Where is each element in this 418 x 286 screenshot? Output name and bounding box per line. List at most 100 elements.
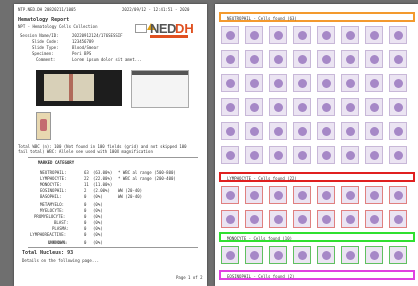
cell-count: 0 <box>84 208 87 213</box>
cell-image[interactable] <box>389 74 407 92</box>
cell-image[interactable] <box>365 74 383 92</box>
slide-thumbnail[interactable] <box>36 112 51 140</box>
cell-image[interactable] <box>221 186 239 204</box>
cell-image[interactable] <box>269 210 287 228</box>
report-subtitle: NPT - Hematology Cells Collection <box>18 24 98 29</box>
cell-image[interactable] <box>389 210 407 228</box>
slide-detail-image[interactable] <box>131 70 189 108</box>
cell-image[interactable] <box>221 122 239 140</box>
cell-image[interactable] <box>293 26 311 44</box>
cell-image[interactable] <box>389 50 407 68</box>
cell-image[interactable] <box>293 146 311 164</box>
cell-image[interactable] <box>269 74 287 92</box>
cell-image[interactable] <box>341 146 359 164</box>
cell-image[interactable] <box>317 74 335 92</box>
neutrophil-cell-grid <box>221 26 408 165</box>
cell-image[interactable] <box>221 26 239 44</box>
cell-count: 0 <box>84 232 87 237</box>
cell-image[interactable] <box>245 186 263 204</box>
cell-image[interactable] <box>245 210 263 228</box>
cell-image[interactable] <box>389 186 407 204</box>
cell-image[interactable] <box>365 146 383 164</box>
cell-image[interactable] <box>221 98 239 116</box>
cell-image[interactable] <box>389 246 407 264</box>
cell-image[interactable] <box>389 98 407 116</box>
slide-overview-image[interactable] <box>36 70 122 106</box>
footer-note: Details on the following page... <box>22 258 100 263</box>
cell-image[interactable] <box>293 74 311 92</box>
cell-image[interactable] <box>245 50 263 68</box>
cell-image[interactable] <box>341 50 359 68</box>
field-value: Peri BPS <box>72 51 92 56</box>
cell-name: PLASMA: <box>52 226 69 231</box>
cell-image[interactable] <box>293 122 311 140</box>
cell-image[interactable] <box>221 210 239 228</box>
cell-image[interactable] <box>245 98 263 116</box>
cell-image[interactable] <box>389 122 407 140</box>
cell-image[interactable] <box>341 186 359 204</box>
cell-name: UNKNOWN: <box>48 240 68 245</box>
cell-image[interactable] <box>317 122 335 140</box>
cell-image[interactable] <box>341 122 359 140</box>
cell-image[interactable] <box>389 146 407 164</box>
cell-note: * WBC al range (200-400) <box>118 176 176 181</box>
cell-image[interactable] <box>365 210 383 228</box>
cell-image[interactable] <box>365 246 383 264</box>
cell-name: NEUTROPHIL: <box>40 170 67 175</box>
cell-image[interactable] <box>317 186 335 204</box>
cell-image[interactable] <box>221 146 239 164</box>
cell-image[interactable] <box>341 246 359 264</box>
cell-count: 0 <box>84 214 87 219</box>
field-label: Comment: <box>36 57 56 62</box>
field-label: Slide Code: <box>32 39 59 44</box>
cell-image[interactable] <box>269 146 287 164</box>
cell-image[interactable] <box>269 50 287 68</box>
cell-pct: (63.00%) <box>93 170 113 175</box>
cell-image[interactable] <box>221 50 239 68</box>
cell-image[interactable] <box>293 246 311 264</box>
cell-image[interactable] <box>317 26 335 44</box>
cell-image[interactable] <box>365 98 383 116</box>
cell-image[interactable] <box>293 50 311 68</box>
cell-image[interactable] <box>341 98 359 116</box>
cell-image[interactable] <box>341 26 359 44</box>
cell-count: 0 <box>84 202 87 207</box>
divider <box>28 247 198 248</box>
cell-count: 22 <box>84 176 89 181</box>
cell-image[interactable] <box>317 146 335 164</box>
cell-image[interactable] <box>317 50 335 68</box>
cell-image[interactable] <box>365 186 383 204</box>
cell-name: LYMPHOREACTIVE: <box>30 232 67 237</box>
cell-count: 11 <box>84 182 89 187</box>
cell-image[interactable] <box>317 98 335 116</box>
cell-image[interactable] <box>245 146 263 164</box>
cell-image[interactable] <box>341 74 359 92</box>
section-label: MONOCYTE - Cells found (10) <box>227 236 293 241</box>
lymphocyte-cell-grid <box>221 186 408 229</box>
cell-image[interactable] <box>245 26 263 44</box>
cell-image[interactable] <box>245 246 263 264</box>
cell-image[interactable] <box>269 122 287 140</box>
cell-image[interactable] <box>269 186 287 204</box>
cell-image[interactable] <box>269 26 287 44</box>
cell-image[interactable] <box>317 210 335 228</box>
cell-image[interactable] <box>365 26 383 44</box>
cell-pct: (0%) <box>93 208 103 213</box>
cell-image[interactable] <box>293 210 311 228</box>
cell-pct: (0%) <box>93 240 103 245</box>
cell-image[interactable] <box>293 186 311 204</box>
field-value: Lorem ipsum dolor sit amet... <box>72 57 142 62</box>
cell-image[interactable] <box>365 122 383 140</box>
cell-image[interactable] <box>365 50 383 68</box>
cell-image[interactable] <box>269 246 287 264</box>
cell-image[interactable] <box>341 210 359 228</box>
cell-image[interactable] <box>245 122 263 140</box>
cell-image[interactable] <box>293 98 311 116</box>
cell-image[interactable] <box>245 74 263 92</box>
cell-image[interactable] <box>221 74 239 92</box>
cell-image[interactable] <box>269 98 287 116</box>
cell-image[interactable] <box>317 246 335 264</box>
cell-image[interactable] <box>389 26 407 44</box>
cell-pct: (0%) <box>93 220 103 225</box>
cell-image[interactable] <box>221 246 239 264</box>
